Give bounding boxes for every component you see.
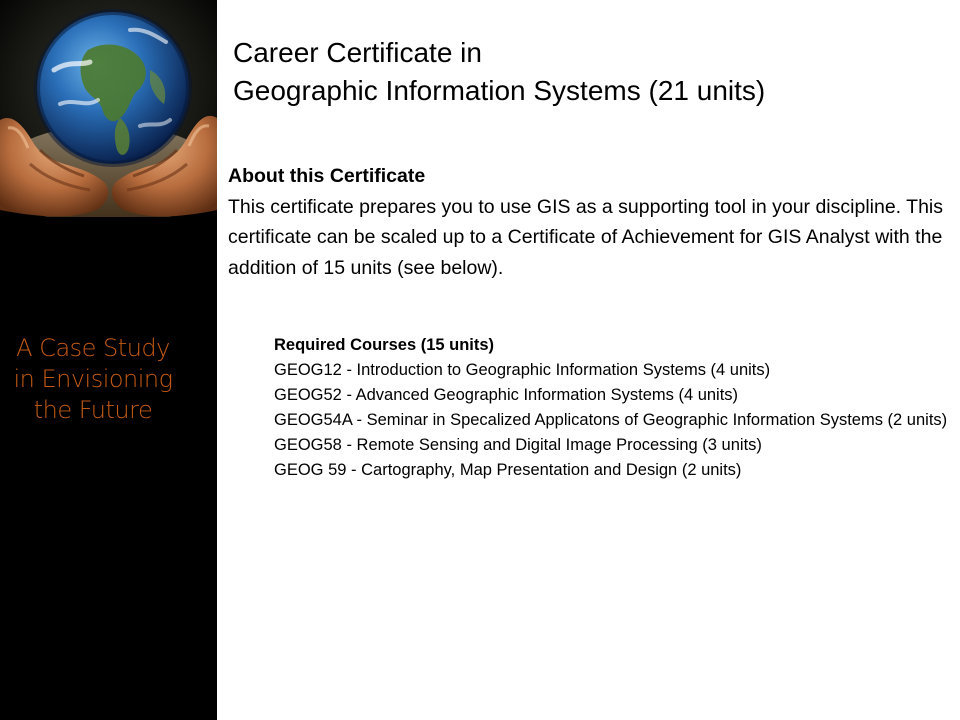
about-heading: About this Certificate [228, 165, 426, 187]
tagline-line: the Future [33, 396, 153, 424]
about-section: About this Certificate This certificate … [228, 161, 956, 283]
page-title: Career Certificate in Geographic Informa… [233, 34, 953, 110]
course-list: GEOG12 - Introduction to Geographic Info… [274, 358, 954, 483]
course-item: GEOG52 - Advanced Geographic Information… [274, 386, 739, 404]
sidebar: A Case Study in Envisioning the Future [0, 0, 217, 720]
course-item: GEOG54A - Seminar in Specalized Applicat… [274, 411, 948, 429]
required-courses-section: Required Courses (15 units) GEOG12 - Int… [274, 333, 954, 483]
course-item: GEOG 59 - Cartography, Map Presentation … [274, 461, 742, 479]
course-item: GEOG12 - Introduction to Geographic Info… [274, 361, 771, 379]
page-title-line: Geographic Information Systems (21 units… [233, 75, 766, 106]
slide: A Case Study in Envisioning the Future C… [0, 0, 960, 720]
required-courses-heading: Required Courses (15 units) [274, 336, 495, 354]
page-title-line: Career Certificate in [233, 37, 482, 68]
course-item: GEOG58 - Remote Sensing and Digital Imag… [274, 436, 762, 454]
about-body: This certificate prepares you to use GIS… [228, 195, 943, 279]
sidebar-tagline: A Case Study in Envisioning the Future [0, 333, 186, 426]
tagline-line: A Case Study [16, 334, 170, 362]
tagline-line: in Envisioning [13, 365, 173, 393]
globe-in-hands-icon [0, 0, 217, 217]
